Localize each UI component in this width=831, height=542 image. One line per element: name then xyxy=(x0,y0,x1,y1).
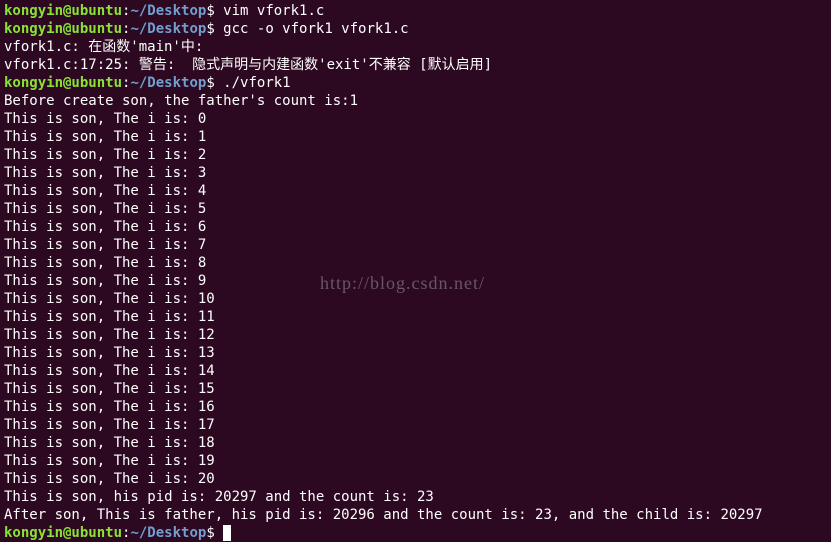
prompt-line: kongyin@ubuntu:~/Desktop$ vim vfork1.c xyxy=(4,2,827,20)
compiler-output: vfork1.c:17:25: 警告: 隐式声明与内建函数'exit'不兼容 [… xyxy=(4,56,827,74)
program-output: This is son, The i is: 3 xyxy=(4,164,827,182)
program-output: This is son, The i is: 18 xyxy=(4,434,827,452)
program-output: This is son, The i is: 4 xyxy=(4,182,827,200)
program-output: This is son, The i is: 1 xyxy=(4,128,827,146)
program-output: This is son, The i is: 14 xyxy=(4,362,827,380)
prompt-sigil: $ xyxy=(206,75,223,91)
prompt-path: ~/Desktop xyxy=(130,21,206,37)
program-output: This is son, The i is: 20 xyxy=(4,470,827,488)
program-output: After son, This is father, his pid is: 2… xyxy=(4,506,827,524)
prompt-line: kongyin@ubuntu:~/Desktop$ ./vfork1 xyxy=(4,74,827,92)
program-output: This is son, The i is: 12 xyxy=(4,326,827,344)
program-output: This is son, his pid is: 20297 and the c… xyxy=(4,488,827,506)
program-output: This is son, The i is: 13 xyxy=(4,344,827,362)
prompt-sigil: $ xyxy=(206,3,223,19)
program-output: This is son, The i is: 11 xyxy=(4,308,827,326)
program-output: This is son, The i is: 5 xyxy=(4,200,827,218)
prompt-user: kongyin@ubuntu xyxy=(4,75,122,91)
prompt-path: ~/Desktop xyxy=(130,3,206,19)
prompt-path: ~/Desktop xyxy=(130,525,206,541)
command-text: gcc -o vfork1 vfork1.c xyxy=(223,21,408,37)
prompt-sigil: $ xyxy=(206,525,223,541)
cursor-block xyxy=(223,525,231,541)
prompt-line[interactable]: kongyin@ubuntu:~/Desktop$ xyxy=(4,524,827,542)
program-output: This is son, The i is: 2 xyxy=(4,146,827,164)
prompt-path: ~/Desktop xyxy=(130,75,206,91)
terminal-output[interactable]: kongyin@ubuntu:~/Desktop$ vim vfork1.c k… xyxy=(4,2,827,542)
compiler-output: vfork1.c: 在函数'main'中: xyxy=(4,38,827,56)
program-output: This is son, The i is: 10 xyxy=(4,290,827,308)
prompt-user: kongyin@ubuntu xyxy=(4,21,122,37)
program-output: Before create son, the father's count is… xyxy=(4,92,827,110)
program-output: This is son, The i is: 15 xyxy=(4,380,827,398)
program-output: This is son, The i is: 8 xyxy=(4,254,827,272)
prompt-line: kongyin@ubuntu:~/Desktop$ gcc -o vfork1 … xyxy=(4,20,827,38)
prompt-user: kongyin@ubuntu xyxy=(4,525,122,541)
program-output: This is son, The i is: 9 xyxy=(4,272,827,290)
prompt-user: kongyin@ubuntu xyxy=(4,3,122,19)
program-output: This is son, The i is: 6 xyxy=(4,218,827,236)
program-output: This is son, The i is: 17 xyxy=(4,416,827,434)
program-output: This is son, The i is: 0 xyxy=(4,110,827,128)
command-text: ./vfork1 xyxy=(223,75,290,91)
command-text: vim vfork1.c xyxy=(223,3,324,19)
program-output: This is son, The i is: 19 xyxy=(4,452,827,470)
prompt-sigil: $ xyxy=(206,21,223,37)
program-output: This is son, The i is: 7 xyxy=(4,236,827,254)
program-output: This is son, The i is: 16 xyxy=(4,398,827,416)
